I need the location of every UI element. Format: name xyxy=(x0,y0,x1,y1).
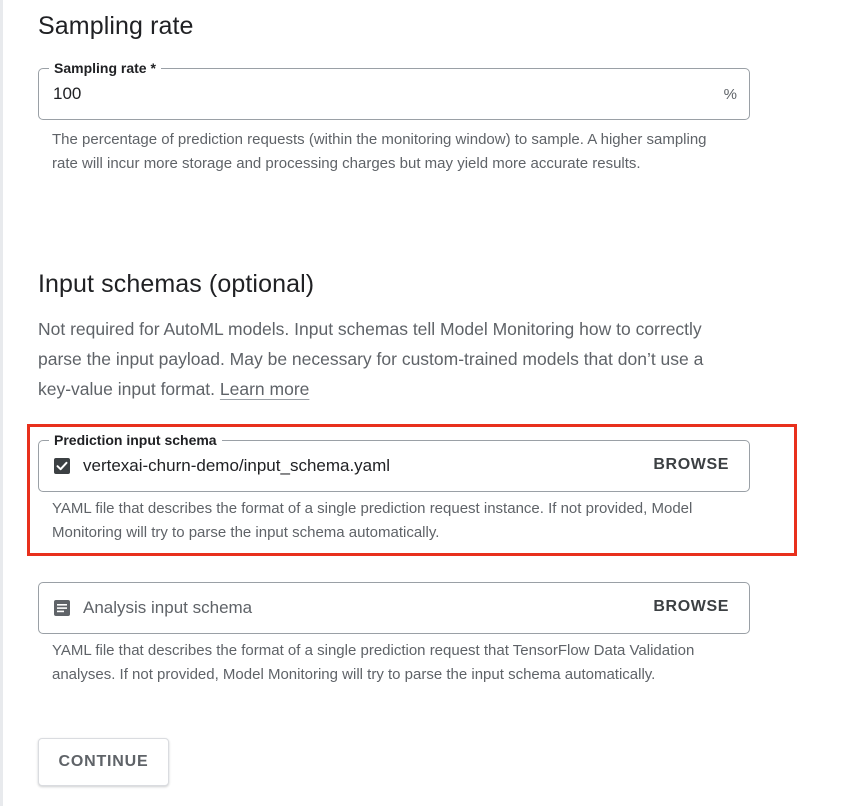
input-schemas-description-text: Not required for AutoML models. Input sc… xyxy=(38,319,704,399)
sampling-rate-helper: The percentage of prediction requests (w… xyxy=(52,131,707,172)
percent-suffix: % xyxy=(723,86,737,103)
prediction-input-schema-field[interactable]: Prediction input schema vertexai-churn-d… xyxy=(38,430,750,492)
analysis-input-schema-placeholder: Analysis input schema xyxy=(83,598,253,617)
sampling-rate-field[interactable]: Sampling rate * % xyxy=(38,58,750,120)
input-schemas-heading: Input schemas (optional) xyxy=(38,270,315,298)
sampling-rate-heading: Sampling rate xyxy=(38,12,194,40)
analysis-browse-button[interactable]: BROWSE xyxy=(653,598,729,616)
file-check-icon xyxy=(53,457,71,475)
prediction-input-schema-helper: YAML file that describes the format of a… xyxy=(52,500,693,541)
prediction-input-schema-label: Prediction input schema xyxy=(49,430,222,450)
prediction-input-schema-value: vertexai-churn-demo/input_schema.yaml xyxy=(83,456,391,475)
left-divider xyxy=(0,0,3,806)
prediction-browse-button[interactable]: BROWSE xyxy=(653,456,729,474)
analysis-input-schema-field[interactable]: Analysis input schema BROWSE xyxy=(38,582,750,634)
page: Sampling rate Sampling rate * % The perc… xyxy=(0,0,856,806)
learn-more-link[interactable]: Learn more xyxy=(220,379,310,399)
sampling-rate-input[interactable] xyxy=(53,84,653,104)
continue-button[interactable]: CONTINUE xyxy=(38,738,169,786)
document-icon xyxy=(53,599,71,617)
input-schemas-description: Not required for AutoML models. Input sc… xyxy=(38,314,738,404)
sampling-rate-label: Sampling rate * xyxy=(49,58,161,78)
analysis-input-schema-helper: YAML file that describes the format of a… xyxy=(52,642,695,683)
